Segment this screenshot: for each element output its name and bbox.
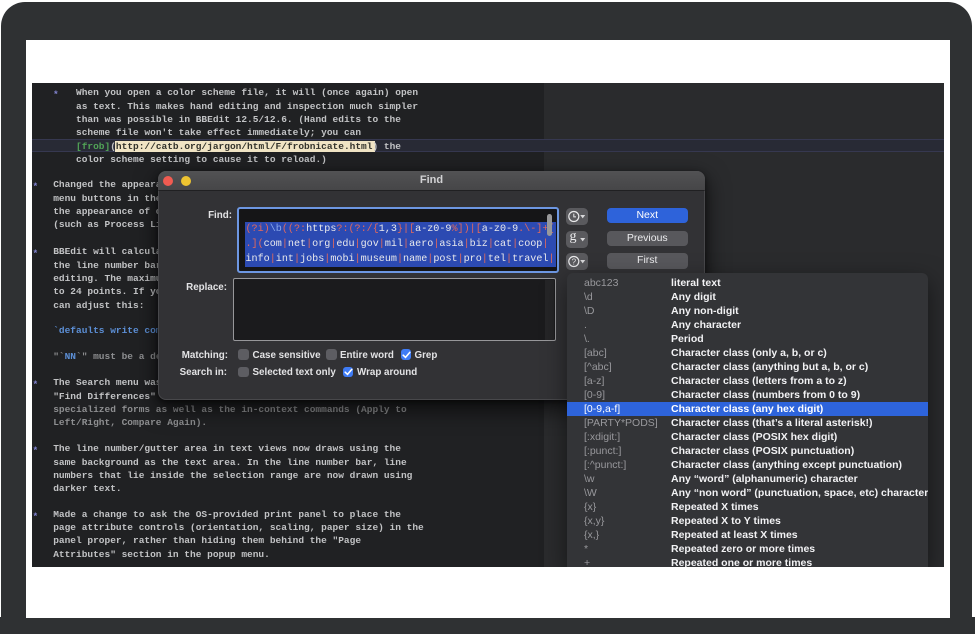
svg-text:?: ? [572,257,577,266]
